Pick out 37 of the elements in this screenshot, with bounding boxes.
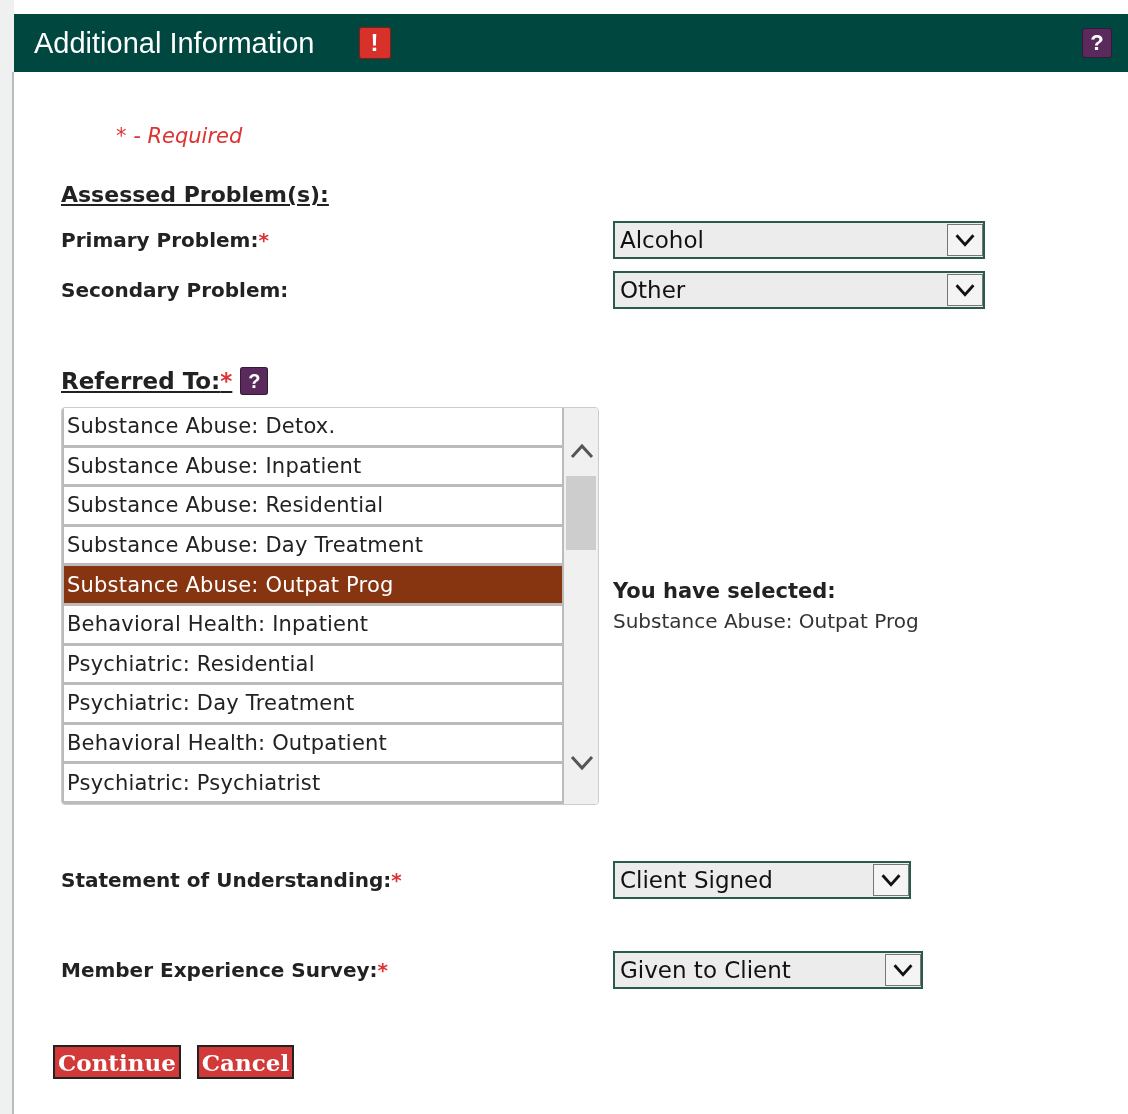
dropdown[interactable]: Given to Client xyxy=(613,951,923,989)
list-item[interactable]: Substance Abuse: Outpat Prog xyxy=(62,566,564,606)
list-item[interactable]: Behavioral Health: Inpatient xyxy=(62,605,564,646)
list-item[interactable]: Substance Abuse: Inpatient xyxy=(62,447,564,488)
list-item[interactable]: Psychiatric: Psychiatrist xyxy=(62,764,564,804)
chevron-down-icon xyxy=(885,954,921,986)
field-label: Primary Problem:* xyxy=(61,228,270,252)
list-item[interactable]: Substance Abuse: Residential xyxy=(62,487,564,527)
chevron-down-icon xyxy=(947,224,983,256)
dropdown[interactable]: Other xyxy=(613,271,985,309)
scrollbar[interactable] xyxy=(564,408,598,804)
section-heading: Assessed Problem(s): xyxy=(61,182,329,207)
required-note: * - Required xyxy=(116,124,244,148)
list-item[interactable]: Substance Abuse: Day Treatment xyxy=(62,526,564,567)
help-button[interactable]: ? xyxy=(1082,28,1112,58)
list-item[interactable]: Psychiatric: Day Treatment xyxy=(62,685,564,725)
field-label: Secondary Problem: xyxy=(61,278,290,302)
chevron-up-icon[interactable] xyxy=(569,442,595,460)
action-button[interactable]: Continue xyxy=(53,1045,181,1079)
referred-label: Referred To:* xyxy=(61,368,233,394)
list-item[interactable]: Substance Abuse: Detox. xyxy=(62,408,564,448)
window-title: Additional Information xyxy=(34,26,315,60)
chevron-down-icon xyxy=(873,864,909,896)
help-button[interactable]: ? xyxy=(240,367,269,395)
field-label: Member Experience Survey:* xyxy=(61,958,389,982)
selection-value: Substance Abuse: Outpat Prog xyxy=(613,609,919,633)
dropdown[interactable]: Alcohol xyxy=(613,221,985,259)
field-label: Statement of Understanding:* xyxy=(61,868,403,892)
selection-heading: You have selected: xyxy=(613,579,837,603)
dropdown[interactable]: Client Signed xyxy=(613,861,911,899)
alert-badge: ! xyxy=(358,27,391,59)
chevron-down-icon[interactable] xyxy=(569,754,595,772)
action-button[interactable]: Cancel xyxy=(196,1045,295,1079)
scroll-thumb[interactable] xyxy=(566,476,596,550)
chevron-down-icon xyxy=(947,274,983,306)
list-item[interactable]: Psychiatric: Residential xyxy=(62,645,564,686)
list-item[interactable]: Behavioral Health: Outpatient xyxy=(62,724,564,765)
